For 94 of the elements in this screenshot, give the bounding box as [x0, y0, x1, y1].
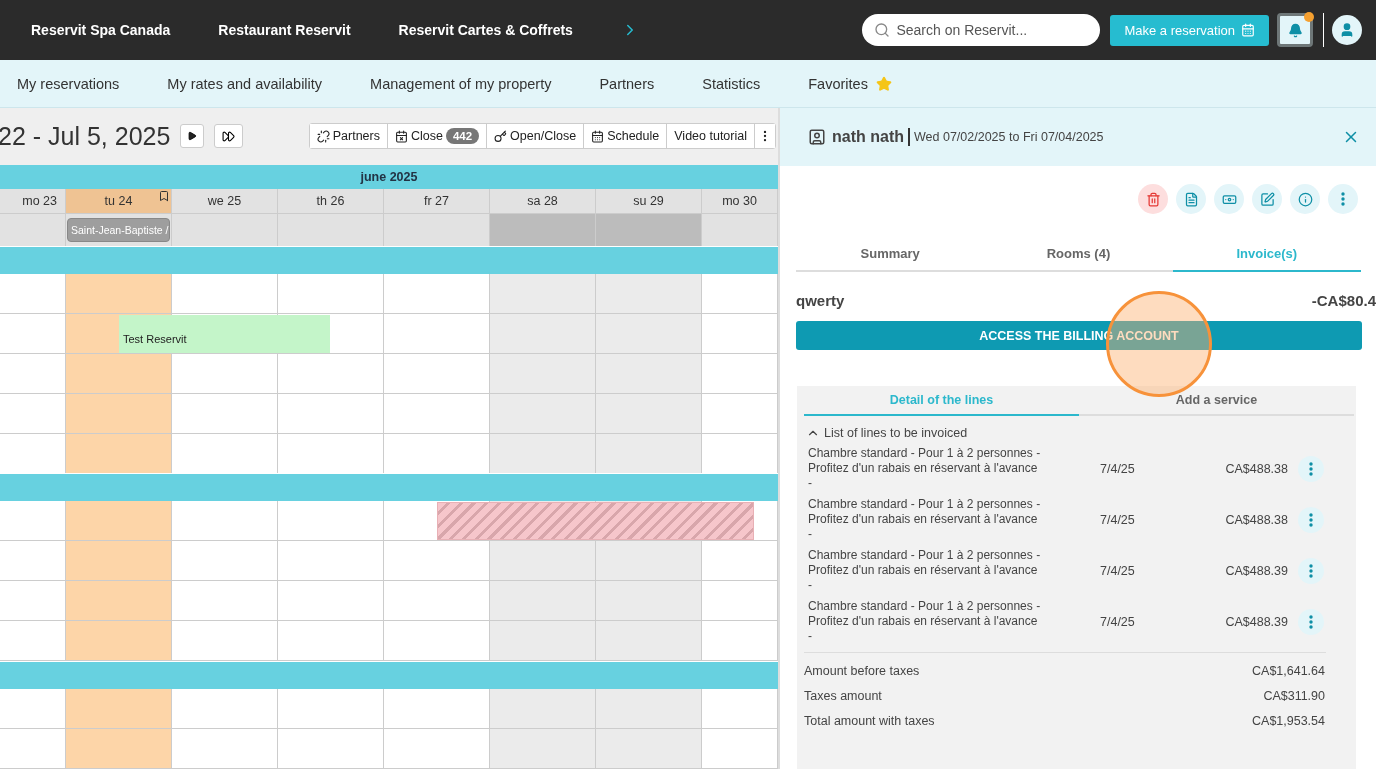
day-header: th 26 [278, 188, 384, 214]
search-field[interactable]: Search on Reservit... [862, 14, 1101, 46]
line-description: Chambre standard - Pour 1 à 2 personnes - Profitez d'un rabais en réservant à l'avance - [808, 497, 1042, 542]
line-menu-button[interactable] [1298, 455, 1324, 482]
guest-name: nath nath [832, 128, 910, 146]
line-menu-button[interactable] [1298, 506, 1324, 533]
fast-forward-icon [222, 129, 236, 143]
line-amount: CA$488.38 [1224, 512, 1288, 527]
bookmark-icon[interactable] [158, 189, 170, 202]
bell-icon [1287, 22, 1303, 38]
calendar-row[interactable] [0, 501, 778, 542]
blocked-period[interactable] [437, 502, 754, 541]
edit-button[interactable] [1252, 184, 1282, 214]
next-button[interactable] [180, 124, 205, 149]
total-label: Total amount with taxes [804, 714, 935, 728]
calendar-row[interactable] [0, 353, 778, 394]
day-header: mo 23 [0, 188, 66, 214]
calendar-row[interactable] [0, 273, 778, 314]
more-icon [1309, 614, 1313, 629]
line-description: Chambre standard - Pour 1 à 2 personnes - Profitez d'un rabais en réservant à l'avance - [808, 548, 1042, 593]
play-icon [187, 131, 198, 142]
line-menu-button[interactable] [1298, 608, 1324, 635]
day-header: tu 24 [66, 188, 172, 214]
stay-dates: Wed 07/02/2025 to Fri 07/04/2025 [914, 130, 1104, 144]
line-description: Chambre standard - Pour 1 à 2 personnes - Profitez d'un rabais en réservant à l'avance - [808, 446, 1042, 491]
top-link[interactable]: Restaurant Reservit [218, 22, 351, 38]
lines-toggle[interactable]: List of lines to be invoiced [806, 426, 968, 440]
line-date: 7/4/25 [1099, 614, 1136, 629]
calendar-row[interactable] [0, 689, 778, 730]
total-value: CA$1,641.64 [1252, 664, 1325, 678]
info-icon [1297, 191, 1313, 207]
tab[interactable]: Rooms (4) [984, 236, 1173, 272]
toolbar-button[interactable]: Partners [309, 124, 388, 149]
calendar-row[interactable]: Test Reservit [0, 313, 778, 354]
total-label: Taxes amount [804, 689, 882, 703]
invoice-amount: -CA$80.4 [1311, 292, 1376, 309]
contact-icon [808, 128, 826, 146]
info-button[interactable] [1290, 184, 1320, 214]
menu-item[interactable]: Favorites [808, 75, 892, 92]
day-header: we 25 [172, 188, 278, 214]
fast-forward-button[interactable] [214, 124, 244, 149]
account-button[interactable] [1332, 15, 1362, 45]
more-icon [1309, 512, 1313, 527]
line-description: Chambre standard - Pour 1 à 2 personnes - Profitez d'un rabais en réservant à l'avance - [808, 599, 1042, 644]
line-amount: CA$488.39 [1224, 563, 1288, 578]
total-value: CA$311.90 [1263, 689, 1325, 703]
menu-item[interactable]: My rates and availability [167, 75, 323, 92]
more-icon [1309, 461, 1313, 476]
day-header: su 29 [596, 188, 702, 214]
day-header: mo 30 [702, 188, 778, 214]
calendar-row[interactable] [0, 729, 778, 769]
key-icon [494, 129, 508, 143]
calendar-icon [591, 129, 605, 143]
menu-item[interactable]: Management of my property [370, 75, 552, 92]
menu-item[interactable]: My reservations [17, 75, 120, 92]
calendar-x-icon [394, 129, 408, 143]
top-link[interactable]: Reservit Cartes & Coffrets [398, 22, 573, 38]
document-button[interactable] [1176, 184, 1206, 214]
date-range: 22 - Jul 5, 2025 [0, 121, 171, 151]
calendar-row[interactable] [0, 393, 778, 434]
user-icon [1339, 22, 1355, 38]
tab[interactable]: Summary [796, 236, 985, 272]
calendar-row[interactable] [0, 581, 778, 622]
count-badge: 442 [445, 128, 480, 145]
calendar-row[interactable] [0, 621, 778, 662]
line-amount: CA$488.38 [1224, 461, 1288, 476]
line-amount: CA$488.39 [1224, 614, 1288, 629]
more-icon [1341, 192, 1345, 206]
invoice-name: qwerty [796, 292, 845, 309]
line-date: 7/4/25 [1099, 563, 1136, 578]
line-menu-button[interactable] [1298, 557, 1324, 584]
billing-button[interactable] [1214, 184, 1244, 214]
calendar-icon [1241, 23, 1255, 37]
day-header: sa 28 [490, 188, 596, 214]
month-header: june 2025 [0, 164, 778, 189]
document-icon [1183, 191, 1199, 207]
delete-button[interactable] [1138, 184, 1168, 214]
total-value: CA$1,953.54 [1252, 714, 1325, 728]
total-label: Amount before taxes [804, 664, 920, 678]
tab[interactable]: Add a service [1079, 386, 1354, 416]
line-date: 7/4/25 [1099, 512, 1136, 527]
trash-icon [1145, 191, 1161, 207]
notifications-button[interactable] [1277, 13, 1313, 47]
day-header: fr 27 [384, 188, 490, 214]
menu-item[interactable]: Statistics [702, 75, 761, 92]
search-icon [874, 22, 891, 38]
top-link[interactable]: Reservit Spa Canada [31, 22, 171, 38]
menu-item[interactable]: Partners [599, 75, 655, 92]
calendar-row[interactable] [0, 541, 778, 582]
line-date: 7/4/25 [1099, 461, 1136, 476]
booking-bar[interactable]: Test Reservit [119, 314, 330, 353]
more-icon [1309, 563, 1313, 578]
unlink-icon [316, 129, 330, 143]
edit-icon [1259, 191, 1275, 207]
